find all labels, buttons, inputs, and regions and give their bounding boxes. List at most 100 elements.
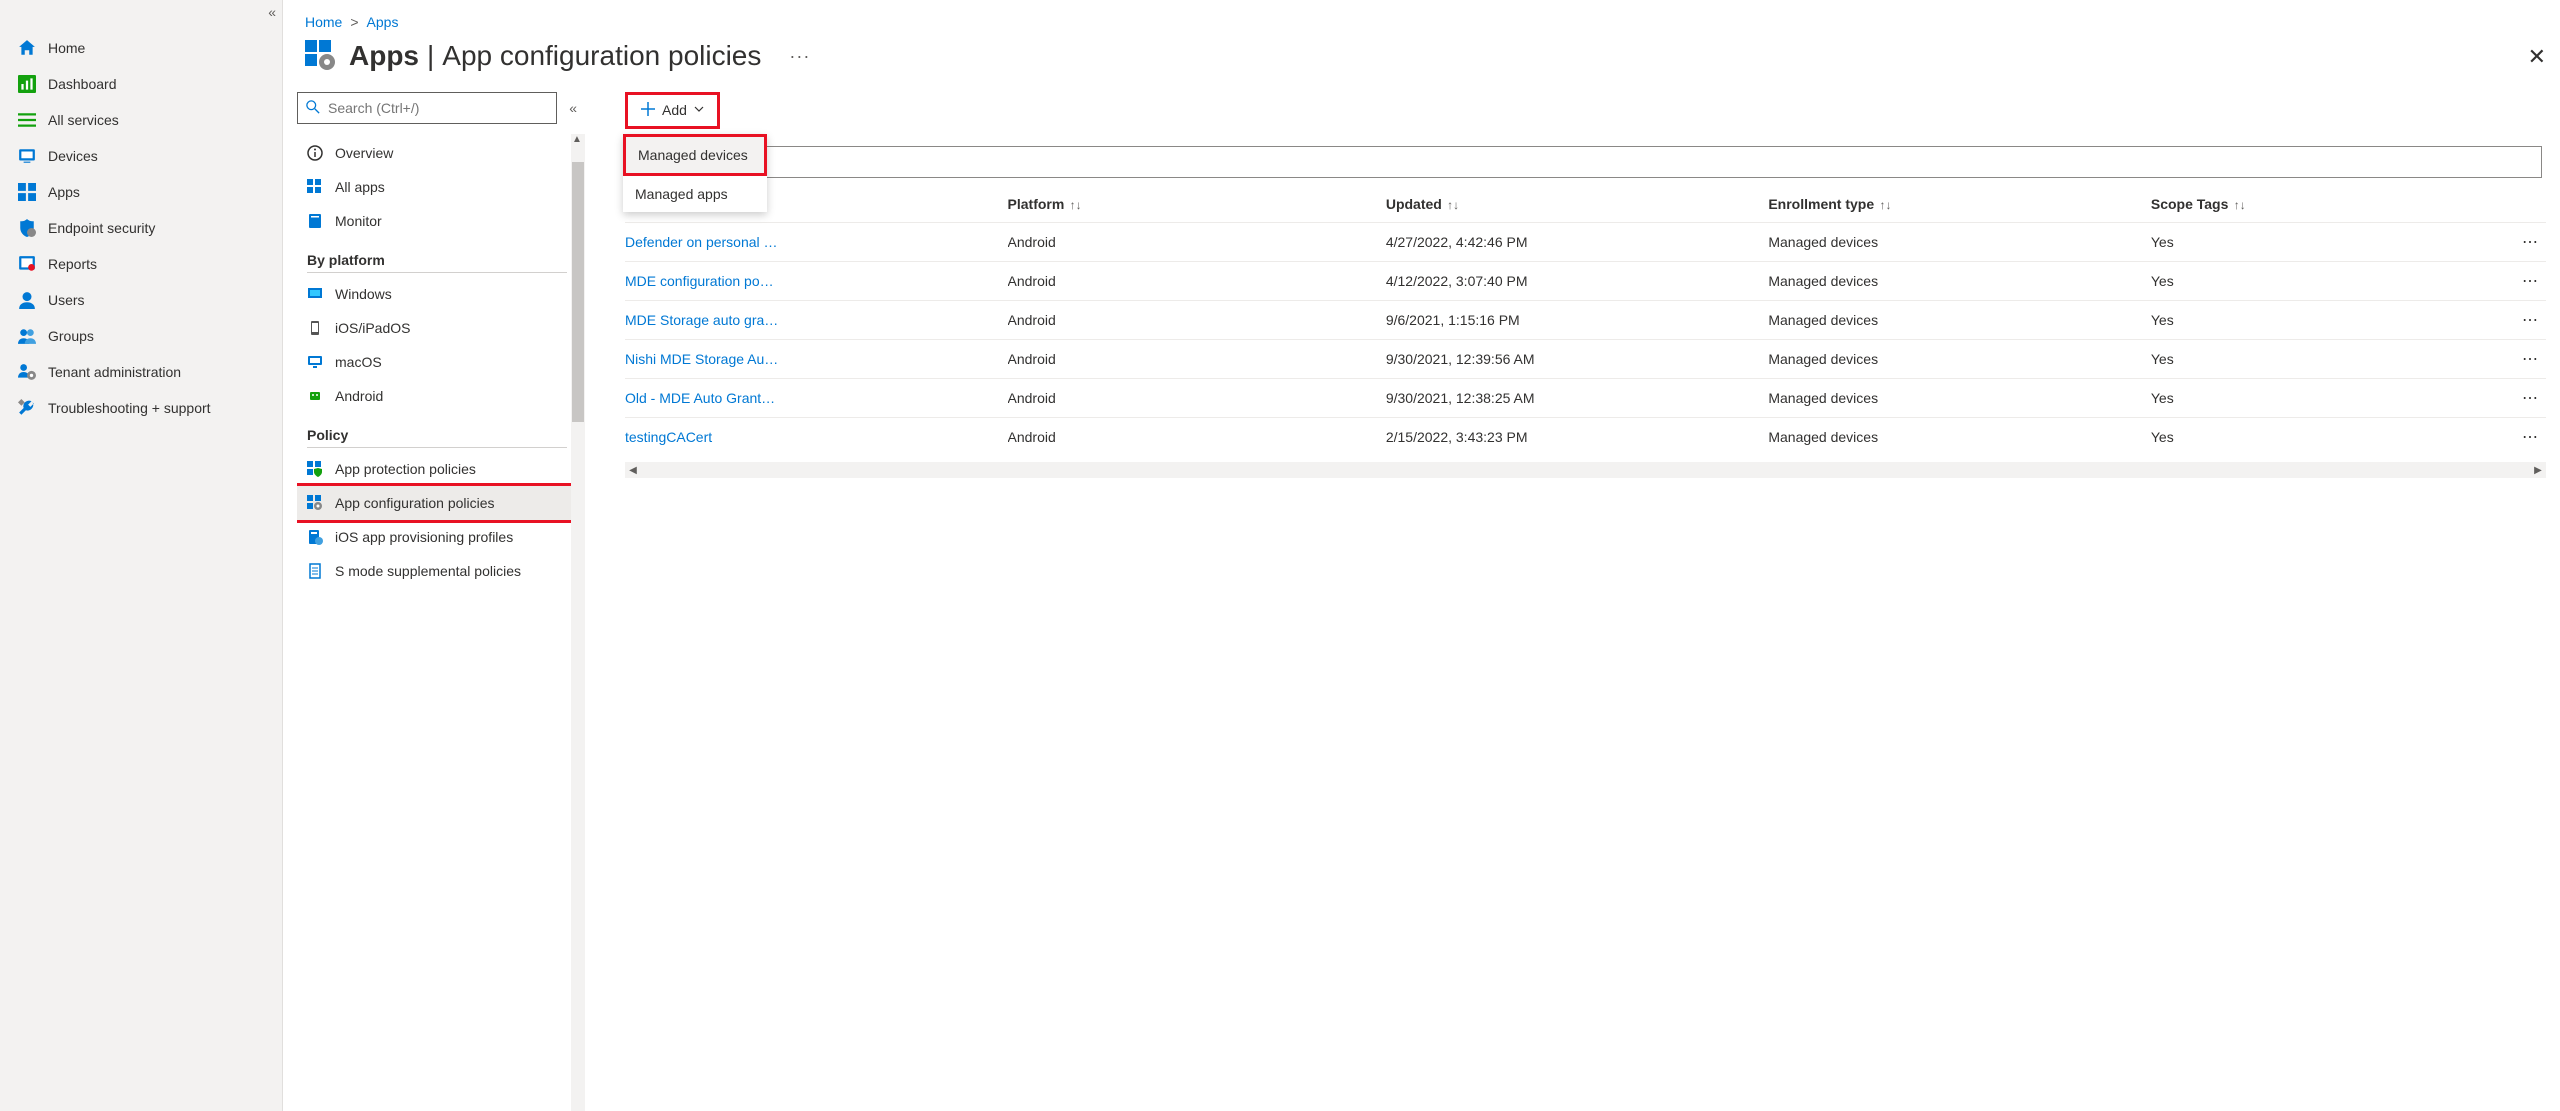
table-row: Old - MDE Auto Grant…Android9/30/2021, 1… <box>625 379 2546 418</box>
table-row: MDE Storage auto gra…Android9/6/2021, 1:… <box>625 301 2546 340</box>
nav-item-home[interactable]: Home <box>0 30 282 66</box>
nav-item-all-services[interactable]: All services <box>0 102 282 138</box>
devices-icon <box>18 147 36 165</box>
apps-config-icon <box>305 40 337 72</box>
resmenu-label: Android <box>335 388 383 404</box>
book-icon <box>307 213 323 229</box>
sort-icon: ↑↓ <box>2230 198 2245 212</box>
add-dropdown: Managed devices Managed apps <box>623 134 767 212</box>
windows-icon <box>307 286 323 302</box>
resmenu-label: macOS <box>335 354 382 370</box>
add-button[interactable]: Add <box>630 97 715 124</box>
policy-name-cell[interactable]: MDE Storage auto gra… <box>625 301 1008 340</box>
resmenu-all-apps[interactable]: All apps <box>297 170 577 204</box>
breadcrumb-apps[interactable]: Apps <box>367 14 399 30</box>
enroll-cell: Managed devices <box>1768 340 2151 379</box>
horizontal-scrollbar[interactable]: ◀ ▶ <box>625 462 2546 478</box>
close-blade-button[interactable]: ✕ <box>2528 44 2546 70</box>
resmenu-macos[interactable]: macOS <box>297 345 577 379</box>
document-icon <box>307 563 323 579</box>
resource-menu: « Overview All apps Monitor B <box>297 92 587 1111</box>
col-header-enroll[interactable]: Enrollment type ↑↓ <box>1768 186 2151 223</box>
resmenu-windows[interactable]: Windows <box>297 277 577 311</box>
resource-menu-collapse[interactable]: « <box>569 100 577 116</box>
scroll-thumb[interactable] <box>572 162 584 422</box>
search-icon <box>306 100 320 117</box>
title-secondary: App configuration policies <box>442 40 761 72</box>
row-more-button[interactable]: ⋯ <box>2487 262 2546 301</box>
col-header-scope[interactable]: Scope Tags ↑↓ <box>2151 186 2487 223</box>
policy-name-cell[interactable]: Old - MDE Auto Grant… <box>625 379 1008 418</box>
resmenu-ios[interactable]: iOS/iPadOS <box>297 311 577 345</box>
all-services-icon <box>18 111 36 129</box>
resmenu-label: iOS/iPadOS <box>335 320 410 336</box>
policy-name-cell[interactable]: MDE configuration po… <box>625 262 1008 301</box>
policy-search-box[interactable] <box>625 146 2542 178</box>
nav-label: Reports <box>48 256 97 272</box>
col-header-updated[interactable]: Updated ↑↓ <box>1386 186 1769 223</box>
divider <box>307 447 567 448</box>
scope-cell: Yes <box>2151 223 2487 262</box>
nav-item-groups[interactable]: Groups <box>0 318 282 354</box>
nav-item-endpoint-security[interactable]: Endpoint security <box>0 210 282 246</box>
nav-label: Home <box>48 40 85 56</box>
nav-item-tenant-admin[interactable]: Tenant administration <box>0 354 282 390</box>
breadcrumb-separator: > <box>350 14 358 30</box>
row-more-button[interactable]: ⋯ <box>2487 223 2546 262</box>
row-more-button[interactable]: ⋯ <box>2487 301 2546 340</box>
scroll-track[interactable] <box>641 462 2530 478</box>
scope-cell: Yes <box>2151 418 2487 457</box>
resource-search-box[interactable] <box>297 92 557 124</box>
home-icon <box>18 39 36 57</box>
scroll-left-arrow[interactable]: ◀ <box>625 465 641 476</box>
resmenu-label: Windows <box>335 286 392 302</box>
command-bar: Add Managed devices Managed apps <box>625 92 2546 132</box>
scope-cell: Yes <box>2151 340 2487 379</box>
page-title-row: Apps | App configuration policies ··· <box>297 36 2546 92</box>
nav-item-users[interactable]: Users <box>0 282 282 318</box>
resmenu-ios-provisioning[interactable]: iOS app provisioning profiles <box>297 520 577 554</box>
resmenu-app-configuration[interactable]: App configuration policies <box>297 486 577 520</box>
nav-item-apps[interactable]: Apps <box>0 174 282 210</box>
breadcrumb-home[interactable]: Home <box>305 14 342 30</box>
breadcrumb: Home > Apps <box>297 4 2546 36</box>
page-title: Apps | App configuration policies <box>349 40 761 72</box>
nav-item-devices[interactable]: Devices <box>0 138 282 174</box>
nav-item-dashboard[interactable]: Dashboard <box>0 66 282 102</box>
policy-name-cell[interactable]: Nishi MDE Storage Au… <box>625 340 1008 379</box>
scroll-up-arrow[interactable]: ▲ <box>571 134 583 146</box>
row-more-button[interactable]: ⋯ <box>2487 340 2546 379</box>
resmenu-s-mode[interactable]: S mode supplemental policies <box>297 554 577 588</box>
provisioning-icon <box>307 529 323 545</box>
title-more-button[interactable]: ··· <box>789 46 810 67</box>
platform-cell: Android <box>1008 379 1386 418</box>
col-header-platform[interactable]: Platform ↑↓ <box>1008 186 1386 223</box>
resource-search-input[interactable] <box>328 100 548 116</box>
chevron-down-icon <box>693 102 705 118</box>
title-primary: Apps <box>349 40 419 72</box>
android-icon <box>307 388 323 404</box>
grid-shield-icon <box>307 461 323 477</box>
row-more-button[interactable]: ⋯ <box>2487 379 2546 418</box>
resmenu-section-platform: By platform <box>297 238 577 270</box>
policy-name-cell[interactable]: Defender on personal … <box>625 223 1008 262</box>
info-icon <box>307 145 323 161</box>
scroll-right-arrow[interactable]: ▶ <box>2530 465 2546 476</box>
dropdown-managed-devices[interactable]: Managed devices <box>626 137 764 173</box>
nav-item-reports[interactable]: Reports <box>0 246 282 282</box>
resmenu-overview[interactable]: Overview <box>297 136 577 170</box>
resmenu-android[interactable]: Android <box>297 379 577 413</box>
wrench-icon <box>18 399 36 417</box>
resmenu-app-protection[interactable]: App protection policies <box>297 452 577 486</box>
resmenu-monitor[interactable]: Monitor <box>297 204 577 238</box>
policy-name-cell[interactable]: testingCACert <box>625 418 1008 457</box>
nav-label: Troubleshooting + support <box>48 400 211 416</box>
groups-icon <box>18 327 36 345</box>
scope-cell: Yes <box>2151 379 2487 418</box>
nav-item-troubleshooting[interactable]: Troubleshooting + support <box>0 390 282 426</box>
resource-menu-scrollbar[interactable]: ▲ <box>571 134 585 1111</box>
reports-icon <box>18 255 36 273</box>
dropdown-managed-apps[interactable]: Managed apps <box>623 176 767 212</box>
row-more-button[interactable]: ⋯ <box>2487 418 2546 457</box>
nav-collapse-toggle[interactable]: « <box>268 4 276 20</box>
